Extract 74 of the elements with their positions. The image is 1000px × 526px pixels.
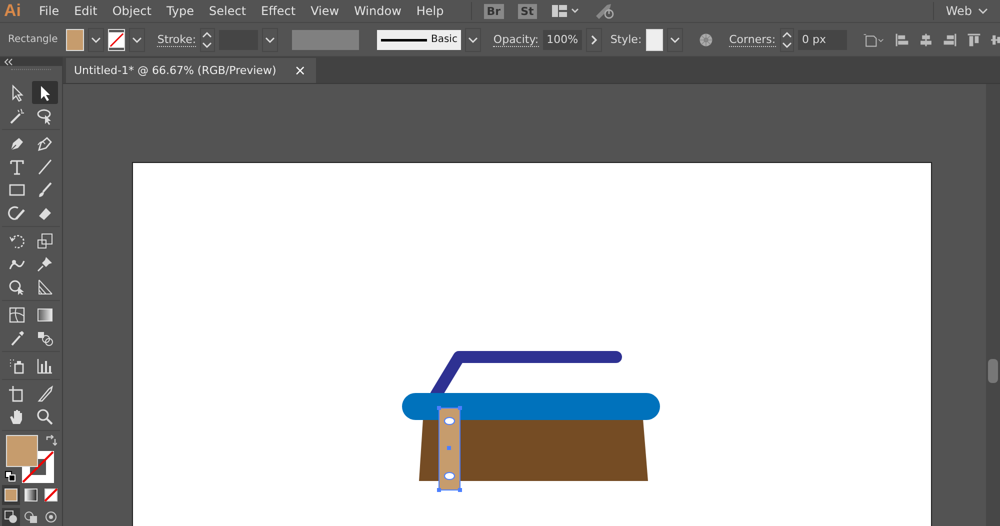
brush-name: Basic [430, 34, 458, 45]
menu-item[interactable]: Help [416, 4, 444, 18]
default-colors-icon[interactable] [5, 471, 16, 482]
menu-item[interactable]: View [310, 4, 340, 18]
up-down-arrows-icon [201, 30, 214, 50]
collapse-icon[interactable] [3, 58, 13, 66]
caret-icon [265, 36, 276, 44]
layout-icon[interactable] [550, 3, 581, 19]
pen-icon [36, 134, 54, 153]
color-mode-button[interactable] [2, 485, 20, 505]
caret-icon [468, 36, 478, 44]
menu-item[interactable]: Effect [261, 4, 296, 18]
mesh-icon [8, 306, 26, 324]
fill-color-swatch[interactable] [6, 435, 38, 468]
caret-icon [132, 36, 142, 44]
gradient-icon [36, 306, 54, 324]
corners-field[interactable]: 0 px [798, 30, 848, 50]
type-icon [8, 158, 26, 176]
selected-rectangle[interactable] [437, 406, 462, 492]
search-icon [36, 408, 54, 426]
menu-item[interactable]: File [39, 4, 60, 18]
style-swatch[interactable] [646, 28, 664, 50]
bar-graph-icon [36, 356, 54, 375]
bridge-button[interactable]: St [518, 4, 537, 18]
dropdown-button[interactable] [667, 28, 684, 52]
menu-item[interactable]: Type [166, 4, 194, 18]
workspace-switcher[interactable]: Web [946, 4, 988, 18]
swap-arrows-icon[interactable] [45, 435, 57, 448]
wand-icon [8, 106, 26, 125]
corners-label[interactable]: Corners: [729, 32, 776, 46]
tool-button[interactable] [32, 81, 58, 104]
scale-icon [36, 232, 54, 250]
menu-item[interactable]: Edit [74, 4, 98, 18]
expand-button[interactable] [586, 28, 602, 52]
up-down-arrows-icon [780, 30, 793, 50]
menu-item[interactable]: Select [209, 4, 246, 18]
document-tab[interactable]: Untitled-1* @ 66.67% (RGB/Preview) × [66, 58, 316, 83]
style-label: Style: [610, 33, 642, 46]
chevron-right-icon [590, 34, 598, 44]
stroke-label[interactable]: Stroke: [157, 32, 196, 46]
shaper-icon [8, 204, 26, 222]
line-icon [36, 158, 54, 176]
close-button[interactable]: × [294, 62, 306, 78]
dropdown-button[interactable] [465, 28, 482, 52]
caret-icon [90, 36, 101, 44]
bridge-button[interactable]: Br [484, 4, 504, 18]
document-title: Untitled-1* @ 66.67% (RGB/Preview) [74, 64, 276, 77]
object-type-label: Rectangle [8, 34, 59, 45]
none-swatch-icon [42, 486, 60, 504]
shape-builder-icon [8, 278, 26, 296]
dropdown-button[interactable] [262, 28, 278, 52]
caret-icon [978, 7, 988, 15]
menu-item[interactable]: Object [112, 4, 152, 18]
dropdown-button[interactable] [88, 28, 104, 52]
spinner-button[interactable] [200, 28, 215, 52]
brush-dropdown[interactable]: Basic [376, 30, 462, 50]
fill-swatch[interactable] [66, 28, 84, 50]
menu-item[interactable]: Window [354, 4, 402, 18]
sprayer-icon [8, 356, 26, 375]
brush-icon [36, 180, 54, 199]
gradient-swatch-icon [22, 486, 40, 504]
spinner-button[interactable] [780, 28, 794, 52]
pin-icon [36, 254, 54, 273]
opacity-field[interactable]: 100% [542, 30, 582, 50]
grid-icon [36, 278, 54, 296]
lasso-icon [36, 106, 54, 125]
app-logo: Ai [4, 1, 21, 21]
opacity-label[interactable]: Opacity: [493, 32, 539, 46]
draw-normal-icon[interactable] [2, 508, 20, 526]
scrollbar-thumb[interactable] [988, 359, 998, 383]
dropdown-button[interactable] [129, 28, 146, 52]
caret-icon [670, 36, 680, 44]
color-swatch-icon [2, 486, 20, 504]
knife-icon [36, 384, 54, 403]
